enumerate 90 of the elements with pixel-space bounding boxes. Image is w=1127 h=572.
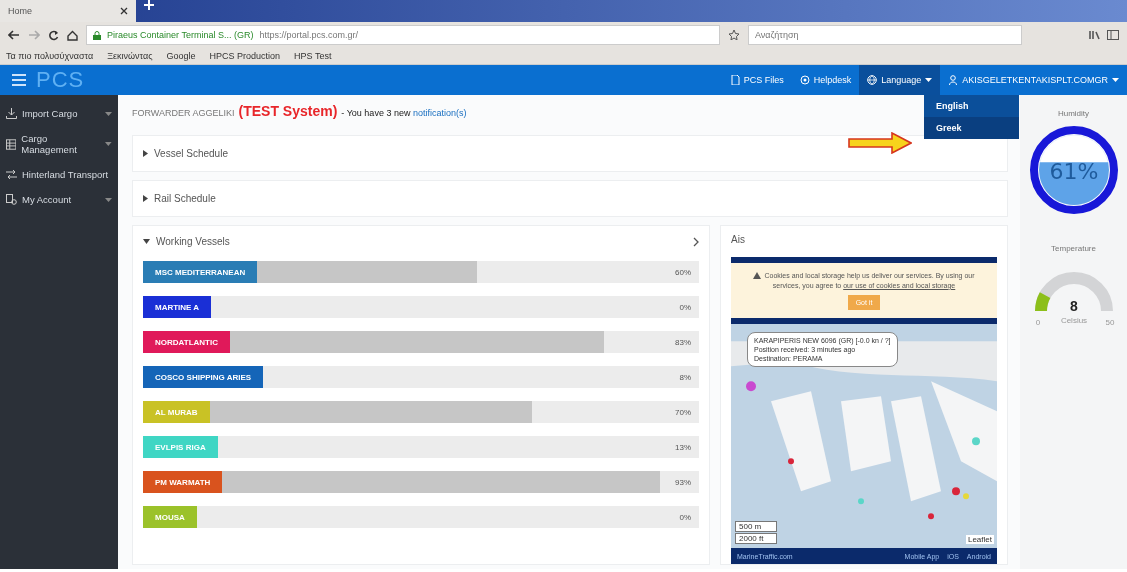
panel-title: Ais bbox=[731, 234, 746, 245]
max-label: 50 bbox=[1105, 318, 1114, 327]
user-menu[interactable]: AKISGELETKENTAKISPLT.COMGR bbox=[940, 65, 1127, 95]
sidebar-item[interactable]: Hinterland Transport bbox=[0, 162, 118, 187]
vessel-label: EVLPIS RIGA bbox=[143, 436, 218, 458]
item-label: Hinterland Transport bbox=[22, 169, 109, 180]
item-label: Cargo Management bbox=[21, 133, 78, 155]
vessel-label: MSC MEDITERRANEAN bbox=[143, 261, 258, 283]
percent-text: 60% bbox=[675, 267, 692, 277]
chevron-right-icon[interactable] bbox=[693, 236, 699, 247]
globe-icon bbox=[867, 75, 878, 85]
document-user-icon bbox=[6, 194, 17, 205]
link-label: PCS Files bbox=[743, 75, 784, 85]
vessel-label: PM WARMATH bbox=[143, 471, 223, 493]
language-option[interactable]: Greek bbox=[924, 117, 1019, 139]
panel-title: Working Vessels bbox=[156, 236, 230, 247]
bookmark-link[interactable]: Ξεκινώντας bbox=[107, 51, 153, 61]
file-icon bbox=[729, 75, 740, 85]
percent-text: 83% bbox=[675, 337, 692, 347]
caret-icon bbox=[1112, 78, 1119, 82]
address-bar[interactable]: Piraeus Container Terminal S... (GR) https://portal.pcs.com.gr/ bbox=[86, 25, 720, 45]
url-text: https://portal.pcs.com.gr/ bbox=[259, 30, 358, 40]
browser-tab[interactable]: Home bbox=[0, 0, 136, 22]
percent-text: 70% bbox=[675, 407, 692, 417]
user-name: AKISGELETKENTAKISPLT.COMGR bbox=[962, 75, 1108, 85]
lifebuoy-icon bbox=[799, 75, 810, 85]
menu-icon[interactable] bbox=[12, 74, 26, 86]
collapsible-panel[interactable]: Rail Schedule bbox=[132, 180, 1008, 217]
min-label: 0 bbox=[1035, 318, 1040, 327]
bookmark-link[interactable]: Google bbox=[166, 51, 196, 61]
search-field[interactable]: Αναζήτηση bbox=[748, 25, 1022, 45]
close-icon[interactable] bbox=[120, 7, 128, 15]
vessel-label: AL MURAB bbox=[143, 401, 210, 423]
notification-text: - You have 3 new notification(s) bbox=[341, 108, 467, 118]
percent-text: 93% bbox=[675, 477, 692, 487]
gauge-reading: 61% bbox=[1049, 159, 1098, 184]
percent-text: 8% bbox=[679, 372, 692, 382]
item-label: My Account bbox=[22, 194, 72, 205]
caret-right-icon[interactable] bbox=[143, 195, 148, 202]
caret-icon bbox=[925, 78, 933, 82]
caret-right-icon[interactable] bbox=[143, 150, 148, 157]
bookmark-link[interactable]: HPS Test bbox=[294, 51, 332, 61]
back-icon[interactable] bbox=[8, 30, 20, 40]
table-icon bbox=[6, 138, 17, 150]
percent-text: 0% bbox=[679, 512, 692, 522]
notifications-link[interactable]: notification(s) bbox=[412, 108, 467, 118]
bookmark-link[interactable]: HPCS Production bbox=[209, 51, 281, 61]
percent-text: 0% bbox=[679, 302, 692, 312]
library-icon[interactable] bbox=[1089, 30, 1101, 40]
link-label: Helpdesk bbox=[813, 75, 852, 85]
home-icon[interactable] bbox=[67, 29, 78, 41]
item-label: Import Cargo bbox=[22, 108, 78, 119]
nav-link[interactable]: PCS Files bbox=[721, 65, 792, 95]
vessel-label: MARTINE A bbox=[143, 296, 212, 318]
scale-label: 2000 ft bbox=[735, 533, 777, 544]
caret-down-icon[interactable] bbox=[143, 239, 150, 244]
bookmark-star-icon[interactable] bbox=[728, 30, 740, 40]
sidebar-item[interactable]: Cargo Management bbox=[0, 126, 118, 162]
unit-label: Celsius bbox=[1060, 316, 1087, 325]
swap-arrows-icon bbox=[6, 169, 17, 180]
widget-title: Temperature bbox=[1051, 244, 1096, 253]
nav-link[interactable]: Helpdesk bbox=[791, 65, 860, 95]
page-title: Piraeus Container Terminal S... (GR) bbox=[107, 30, 254, 40]
sidebar-item[interactable]: Import Cargo bbox=[0, 101, 118, 126]
bookmark-link[interactable]: Τα πιο πολυσύχναστα bbox=[6, 51, 94, 61]
account-name: FORWARDER AGGELIKI bbox=[132, 108, 235, 118]
attribution-link[interactable]: Leaflet bbox=[965, 535, 994, 544]
download-icon bbox=[6, 108, 17, 119]
warning-icon bbox=[753, 272, 762, 279]
vessel-label: NORDATLANTIC bbox=[143, 331, 230, 353]
user-icon bbox=[948, 75, 959, 85]
panel-title: Rail Schedule bbox=[154, 193, 216, 204]
collapsible-panel[interactable]: Vessel Schedule bbox=[132, 135, 1008, 172]
vessel-label: COSCO SHIPPING ARIES bbox=[143, 366, 264, 388]
widget-title: Humidity bbox=[1057, 109, 1090, 118]
language-label: Language bbox=[881, 75, 922, 85]
arrow-icon bbox=[848, 132, 912, 154]
percent-text: 13% bbox=[675, 442, 692, 452]
reload-icon[interactable] bbox=[48, 29, 59, 41]
sidebar-icon[interactable] bbox=[1107, 30, 1119, 40]
language-menu[interactable]: Language bbox=[859, 65, 941, 95]
panel-title: Vessel Schedule bbox=[154, 148, 228, 159]
system-label: (TEST System) bbox=[238, 103, 338, 119]
tab-title: Home bbox=[8, 6, 32, 16]
scale-label: 500 m bbox=[735, 521, 777, 532]
gauge-reading: 8 bbox=[1069, 298, 1078, 314]
lock-icon bbox=[93, 30, 101, 40]
sidebar-item[interactable]: My Account bbox=[0, 187, 118, 212]
vessel-label: MOUSA bbox=[143, 506, 197, 528]
language-option[interactable]: English bbox=[924, 95, 1019, 117]
